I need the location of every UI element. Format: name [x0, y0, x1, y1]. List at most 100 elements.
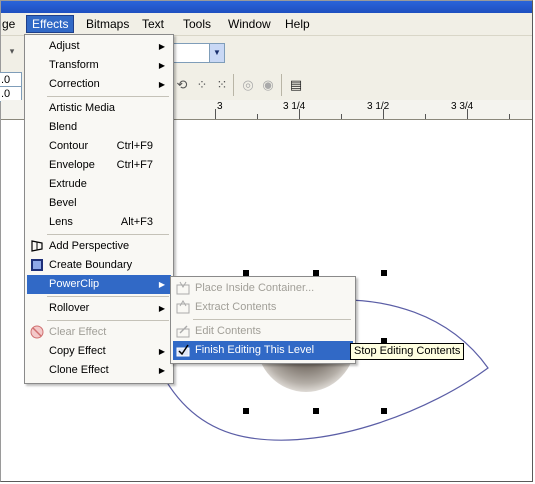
perspective-icon — [31, 240, 43, 252]
toolbar-divider — [281, 74, 282, 96]
ruler-tick — [425, 114, 426, 119]
menu-window[interactable]: Window — [223, 16, 276, 32]
extract-contents-icon — [176, 300, 190, 314]
menu-item-edit-contents: Edit Contents — [173, 322, 353, 341]
menu-item-label: Correction — [49, 78, 100, 90]
menu-item-create-boundary[interactable]: Create Boundary — [27, 256, 171, 275]
submenu-arrow-icon: ▶ — [158, 80, 165, 89]
menu-item-label: Lens — [49, 216, 73, 228]
menu-item-bevel[interactable]: Bevel — [27, 194, 171, 213]
title-bar — [1, 1, 532, 13]
menu-item-label: Transform — [49, 59, 99, 71]
finish-editing-icon — [176, 344, 190, 357]
menu-item-label: PowerClip — [49, 278, 100, 290]
dropdown-arrow-icon[interactable]: ▾ — [3, 42, 21, 60]
menu-separator — [47, 320, 169, 321]
ruler-tick — [257, 114, 258, 119]
submenu-arrow-icon: ▶ — [158, 61, 165, 70]
menu-item-envelope[interactable]: Envelope Ctrl+F7 — [27, 156, 171, 175]
menu-item-label: Copy Effect — [49, 345, 106, 357]
break-apart-icon[interactable]: ◉ — [259, 76, 277, 94]
menu-item-label: Artistic Media — [49, 102, 116, 114]
rotate-icon[interactable]: ⟲ — [173, 76, 191, 94]
tooltip: Stop Editing Contents — [350, 343, 465, 360]
menu-item-place-inside-container: Place Inside Container... — [173, 279, 353, 298]
submenu-arrow-icon: ▶ — [158, 347, 165, 356]
submenu-arrow-icon: ▶ — [158, 42, 165, 51]
menu-item-rollover[interactable]: Rollover ▶ — [27, 299, 171, 318]
submenu-arrow-icon: ▶ — [158, 280, 165, 289]
menu-item-label: Extract Contents — [195, 301, 277, 313]
chevron-down-icon[interactable]: ▼ — [209, 44, 224, 62]
powerclip-submenu: Place Inside Container... Extract Conten… — [170, 276, 356, 364]
menu-shortcut: Ctrl+F7 — [116, 159, 153, 171]
place-inside-icon — [176, 281, 190, 295]
menu-item-label: Bevel — [49, 197, 77, 209]
menu-item-label: Extrude — [49, 178, 87, 190]
menu-separator — [47, 296, 169, 297]
convert-to-curves-icon[interactable]: ▤ — [287, 76, 305, 94]
menu-item-correction[interactable]: Correction ▶ — [27, 75, 171, 94]
combine-icon[interactable]: ◎ — [239, 76, 257, 94]
boundary-icon — [31, 259, 43, 271]
zoom-combo[interactable]: ▼ — [171, 43, 225, 63]
menu-item-label: Clone Effect — [49, 364, 109, 376]
toolbar-divider — [233, 74, 234, 96]
menu-item-label: Finish Editing This Level — [195, 344, 315, 356]
menu-item-label: Edit Contents — [195, 325, 262, 337]
menu-item-label: Contour — [49, 140, 89, 152]
ruler-tick — [467, 109, 468, 119]
menu-item-extract-contents: Extract Contents — [173, 298, 353, 317]
menu-item-label: Envelope — [49, 159, 95, 171]
ruler-tick — [341, 114, 342, 119]
menu-item-label: Rollover — [49, 302, 90, 314]
selection-handle[interactable] — [381, 270, 387, 276]
selection-handle[interactable] — [243, 408, 249, 414]
menu-tools[interactable]: Tools — [178, 16, 216, 32]
ruler-tick — [509, 114, 510, 119]
menu-bar: ge Effects Bitmaps Text Tools Window Hel… — [1, 13, 532, 36]
ruler-tick — [383, 109, 384, 119]
menu-shortcut: Alt+F3 — [120, 216, 153, 228]
menu-effects[interactable]: Effects — [26, 15, 75, 33]
ruler-label: 3 1/2 — [367, 101, 390, 112]
delete-nodes-icon[interactable]: ⁙ — [213, 76, 231, 94]
menu-item-blend[interactable]: Blend — [27, 118, 171, 137]
edit-contents-icon — [176, 325, 190, 338]
menu-item-artistic-media[interactable]: Artistic Media — [27, 99, 171, 118]
menu-page[interactable]: ge — [0, 16, 20, 32]
menu-item-label: Add Perspective — [49, 240, 130, 252]
menu-item-contour[interactable]: Contour Ctrl+F9 — [27, 137, 171, 156]
clear-effect-icon — [30, 325, 44, 339]
submenu-arrow-icon: ▶ — [158, 366, 165, 375]
menu-item-transform[interactable]: Transform ▶ — [27, 56, 171, 75]
submenu-arrow-icon: ▶ — [158, 304, 165, 313]
menu-item-copy-effect[interactable]: Copy Effect ▶ — [27, 342, 171, 361]
ruler-label: 3 3/4 — [451, 101, 474, 112]
menu-item-extrude[interactable]: Extrude — [27, 175, 171, 194]
menu-help[interactable]: Help — [280, 16, 315, 32]
menu-shortcut: Ctrl+F9 — [116, 140, 153, 152]
menu-item-add-perspective[interactable]: Add Perspective — [27, 237, 171, 256]
selection-handle[interactable] — [313, 408, 319, 414]
menu-item-label: Blend — [49, 121, 78, 133]
ruler-label: 3 1/4 — [283, 101, 306, 112]
menu-item-clone-effect[interactable]: Clone Effect ▶ — [27, 361, 171, 380]
menu-item-clear-effect: Clear Effect — [27, 323, 171, 342]
snap-nodes-icon[interactable]: ⁘ — [193, 76, 211, 94]
menu-separator — [47, 96, 169, 97]
menu-item-label: Place Inside Container... — [195, 282, 315, 294]
menu-item-lens[interactable]: Lens Alt+F3 — [27, 213, 171, 232]
ruler-tick — [299, 109, 300, 119]
menu-separator — [47, 234, 169, 235]
selection-handle[interactable] — [381, 408, 387, 414]
menu-bitmaps[interactable]: Bitmaps — [81, 16, 134, 32]
menu-text[interactable]: Text — [137, 16, 169, 32]
menu-item-adjust[interactable]: Adjust ▶ — [27, 37, 171, 56]
ruler-tick — [215, 109, 216, 119]
menu-item-label: Clear Effect — [49, 326, 107, 338]
ruler-label: 3 — [217, 101, 223, 112]
menu-item-powerclip[interactable]: PowerClip ▶ — [27, 275, 171, 294]
menu-item-label: Adjust — [49, 40, 80, 52]
menu-item-finish-editing[interactable]: Finish Editing This Level — [173, 341, 353, 360]
